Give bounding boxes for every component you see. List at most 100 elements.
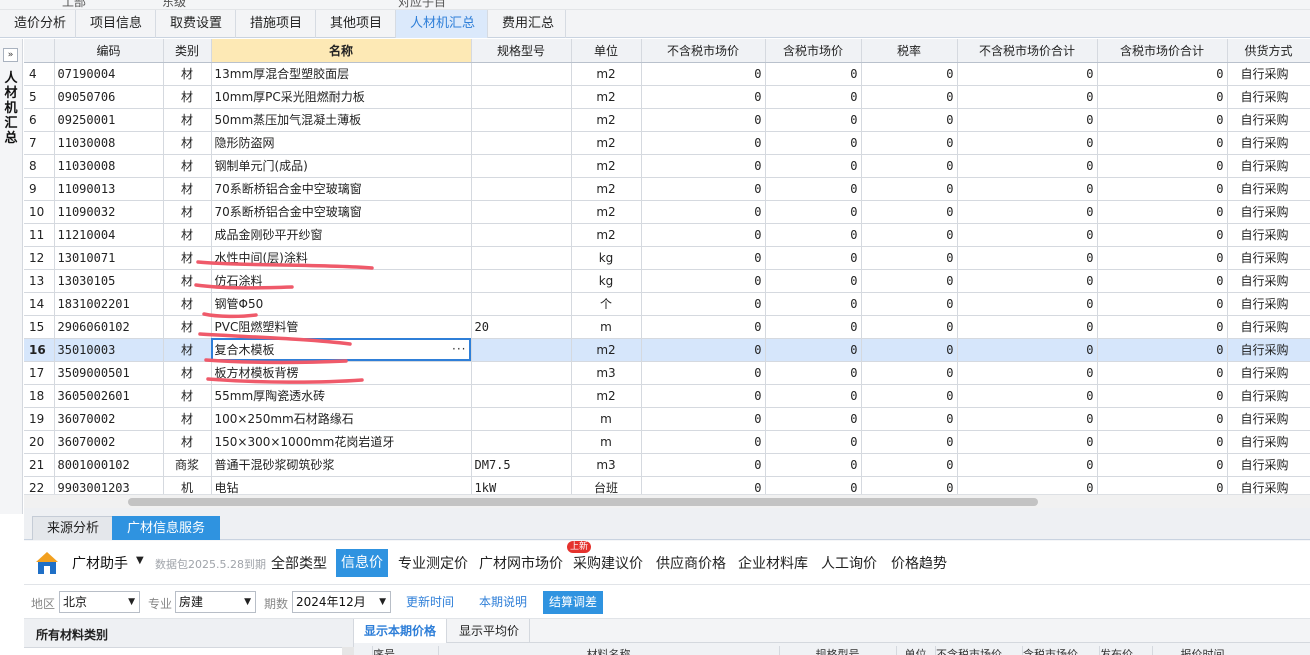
tax-rate[interactable]: 0 xyxy=(861,292,958,316)
total-inc-tax[interactable]: 0 xyxy=(1097,223,1228,247)
price-inc-tax[interactable]: 0 xyxy=(765,407,862,431)
total-inc-tax[interactable]: 0 xyxy=(1097,407,1228,431)
row-index[interactable]: 22 xyxy=(24,476,55,494)
material-category[interactable]: 材 xyxy=(163,430,212,454)
row-index[interactable]: 9 xyxy=(24,177,55,201)
row-index[interactable]: 4 xyxy=(24,62,55,86)
table-row[interactable]: 8 11030008 材 钢制单元门(成品) m2 0 0 0 0 0 自行采购 xyxy=(24,154,1310,178)
material-name[interactable]: 50mm蒸压加气混凝土薄板 xyxy=(211,108,472,132)
unit[interactable]: m2 xyxy=(571,384,642,408)
spec-model[interactable] xyxy=(471,85,572,109)
settlement-adjust-button[interactable]: 结算调差 xyxy=(543,591,604,614)
spec-model[interactable] xyxy=(471,108,572,132)
unit[interactable]: m3 xyxy=(571,361,642,385)
material-name[interactable]: 电钻 xyxy=(211,476,472,494)
col-header-tax-rate[interactable]: 税率 xyxy=(861,39,958,63)
material-code[interactable]: 3605002601 xyxy=(54,384,164,408)
material-code[interactable]: 8001000102 xyxy=(54,453,164,477)
price-type-purchase-advice[interactable]: 采购建议价 xyxy=(573,553,643,573)
tax-rate[interactable]: 0 xyxy=(861,407,958,431)
supply-method[interactable]: 自行采购 xyxy=(1227,384,1310,408)
unit[interactable]: m2 xyxy=(571,131,642,155)
price-inc-tax[interactable]: 0 xyxy=(765,223,862,247)
row-index[interactable]: 8 xyxy=(24,154,55,178)
period-note-button[interactable]: 本期说明 xyxy=(473,591,534,614)
tab-cost-analysis[interactable]: 造价分析 xyxy=(0,10,76,38)
total-ex-tax[interactable]: 0 xyxy=(957,453,1098,477)
tax-rate[interactable]: 0 xyxy=(861,62,958,86)
col-header-code[interactable]: 编码 xyxy=(54,39,164,63)
spec-model[interactable] xyxy=(471,200,572,224)
col-header-category[interactable]: 类别 xyxy=(163,39,212,63)
supply-method[interactable]: 自行采购 xyxy=(1227,476,1310,494)
tax-rate[interactable]: 0 xyxy=(861,453,958,477)
total-ex-tax[interactable]: 0 xyxy=(957,430,1098,454)
category-tree-area[interactable] xyxy=(24,647,342,655)
total-inc-tax[interactable]: 0 xyxy=(1097,269,1228,293)
col-header-price-inc-tax[interactable]: 含税市场价 xyxy=(1022,646,1098,655)
table-row[interactable]: 17 3509000501 材 板方材模板背楞 m3 0 0 0 0 0 自行采购 xyxy=(24,361,1310,385)
material-name[interactable]: 隐形防盗网 xyxy=(211,131,472,155)
supply-method[interactable]: 自行采购 xyxy=(1227,85,1310,109)
category-scrollbar[interactable] xyxy=(342,647,354,655)
material-name[interactable]: 板方材模板背楞 xyxy=(211,361,472,385)
spec-model[interactable] xyxy=(471,154,572,178)
price-inc-tax[interactable]: 0 xyxy=(765,453,862,477)
table-row[interactable]: 11 11210004 材 成品金刚砂平开纱窗 m2 0 0 0 0 0 自行采购 xyxy=(24,223,1310,247)
price-type-market[interactable]: 广材网市场价 xyxy=(479,553,563,573)
price-type-manual-inquiry[interactable]: 人工询价 xyxy=(821,553,877,573)
total-ex-tax[interactable]: 0 xyxy=(957,384,1098,408)
total-ex-tax[interactable]: 0 xyxy=(957,476,1098,494)
total-inc-tax[interactable]: 0 xyxy=(1097,131,1228,155)
price-inc-tax[interactable]: 0 xyxy=(765,154,862,178)
material-name[interactable]: 钢制单元门(成品) xyxy=(211,154,472,178)
total-inc-tax[interactable]: 0 xyxy=(1097,85,1228,109)
tax-rate[interactable]: 0 xyxy=(861,361,958,385)
spec-model[interactable] xyxy=(471,430,572,454)
tax-rate[interactable]: 0 xyxy=(861,269,958,293)
unit[interactable]: m2 xyxy=(571,154,642,178)
material-category[interactable]: 材 xyxy=(163,200,212,224)
material-code[interactable]: 09050706 xyxy=(54,85,164,109)
tab-material-info-service[interactable]: 广材信息服务 xyxy=(112,516,221,540)
price-inc-tax[interactable]: 0 xyxy=(765,131,862,155)
material-code[interactable]: 11030008 xyxy=(54,131,164,155)
price-ex-tax[interactable]: 0 xyxy=(641,108,766,132)
tab-source-analysis[interactable]: 来源分析 xyxy=(32,516,115,540)
row-index[interactable]: 13 xyxy=(24,269,55,293)
material-name[interactable]: 100×250mm石材路缘石 xyxy=(211,407,472,431)
row-index[interactable]: 17 xyxy=(24,361,55,385)
tab-project-info[interactable]: 项目信息 xyxy=(76,10,156,38)
price-ex-tax[interactable]: 0 xyxy=(641,453,766,477)
price-ex-tax[interactable]: 0 xyxy=(641,246,766,270)
total-ex-tax[interactable]: 0 xyxy=(957,200,1098,224)
price-ex-tax[interactable]: 0 xyxy=(641,338,766,362)
spec-model[interactable] xyxy=(471,177,572,201)
row-index[interactable]: 15 xyxy=(24,315,55,339)
row-index[interactable]: 19 xyxy=(24,407,55,431)
table-row[interactable]: 4 07190004 材 13mm厚混合型塑胶面层 m2 0 0 0 0 0 自行采购 xyxy=(24,62,1310,86)
col-header-supply-method[interactable]: 供货方式 xyxy=(1227,39,1310,63)
supply-method[interactable]: 自行采购 xyxy=(1227,223,1310,247)
material-category[interactable]: 材 xyxy=(163,177,212,201)
table-row[interactable]: 10 11090032 材 70系断桥铝合金中空玻璃窗 m2 0 0 0 0 0 自行采购 xyxy=(24,200,1310,224)
table-row[interactable]: 6 09250001 材 50mm蒸压加气混凝土薄板 m2 0 0 0 0 0 自行采购 xyxy=(24,108,1310,132)
supply-method[interactable]: 自行采购 xyxy=(1227,292,1310,316)
total-inc-tax[interactable]: 0 xyxy=(1097,154,1228,178)
total-ex-tax[interactable]: 0 xyxy=(957,154,1098,178)
tax-rate[interactable]: 0 xyxy=(861,315,958,339)
table-row[interactable]: 21 8001000102 商浆 普通干混砂浆砌筑砂浆 DM7.5 m3 0 0 0 0 0 自行采购 xyxy=(24,453,1310,477)
table-row[interactable]: 12 13010071 材 水性中间(层)涂料 kg 0 0 0 0 0 自行采购 xyxy=(24,246,1310,270)
material-name[interactable]: 150×300×1000mm花岗岩道牙 xyxy=(211,430,472,454)
material-category[interactable]: 材 xyxy=(163,131,212,155)
row-index[interactable]: 18 xyxy=(24,384,55,408)
total-inc-tax[interactable]: 0 xyxy=(1097,361,1228,385)
total-ex-tax[interactable]: 0 xyxy=(957,338,1098,362)
total-inc-tax[interactable]: 0 xyxy=(1097,200,1228,224)
price-ex-tax[interactable]: 0 xyxy=(641,269,766,293)
spec-model[interactable] xyxy=(471,131,572,155)
total-ex-tax[interactable]: 0 xyxy=(957,269,1098,293)
material-code[interactable]: 1831002201 xyxy=(54,292,164,316)
unit[interactable]: m xyxy=(571,407,642,431)
col-header-total-ex-tax[interactable]: 不含税市场价合计 xyxy=(957,39,1098,63)
